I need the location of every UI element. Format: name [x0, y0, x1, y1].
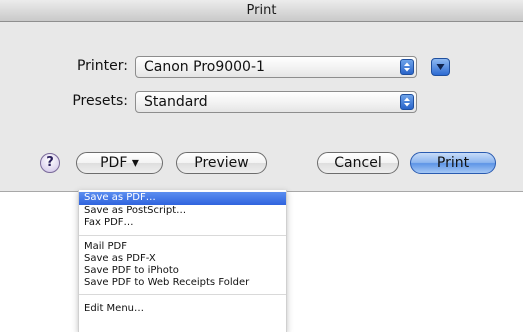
printer-popup[interactable]: Canon Pro9000-1	[135, 56, 417, 78]
menu-item-fax-pdf[interactable]: Fax PDF…	[79, 217, 286, 229]
preview-button[interactable]: Preview	[176, 152, 267, 174]
menu-item-edit-menu[interactable]: Edit Menu…	[79, 303, 286, 315]
pdf-menu: Save as PDF… Save as PostScript… Fax PDF…	[78, 190, 287, 332]
menu-item-save-pdf-to-iphoto[interactable]: Save PDF to iPhoto	[79, 265, 286, 277]
presets-popup-value: Standard	[144, 94, 208, 110]
menu-item-save-as-pdf[interactable]: Save as PDF…	[79, 192, 286, 205]
help-button[interactable]: ?	[40, 153, 60, 173]
screen: Print Printer: Canon Pro9000-1 Presets: …	[0, 0, 523, 332]
menu-item-save-as-pdf-x[interactable]: Save as PDF-X	[79, 253, 286, 265]
presets-label: Presets:	[72, 93, 128, 109]
updown-arrows-icon	[400, 59, 414, 75]
menu-separator	[79, 294, 286, 295]
print-button[interactable]: Print	[410, 152, 496, 174]
printer-label: Printer:	[76, 58, 128, 74]
printer-popup-value: Canon Pro9000-1	[144, 59, 265, 75]
menu-item-save-pdf-to-web-receipts[interactable]: Save PDF to Web Receipts Folder	[79, 277, 286, 289]
menu-item-mail-pdf[interactable]: Mail PDF	[79, 241, 286, 253]
print-dialog: Print Printer: Canon Pro9000-1 Presets: …	[0, 0, 523, 192]
menu-separator	[79, 235, 286, 236]
pdf-button[interactable]: PDF ▾	[76, 152, 163, 174]
window-title: Print	[0, 0, 523, 22]
updown-arrows-icon	[400, 94, 414, 110]
menu-item-save-as-postscript[interactable]: Save as PostScript…	[79, 205, 286, 217]
cancel-button[interactable]: Cancel	[317, 152, 399, 174]
presets-popup[interactable]: Standard	[135, 91, 417, 113]
details-disclosure-button[interactable]	[431, 58, 450, 76]
